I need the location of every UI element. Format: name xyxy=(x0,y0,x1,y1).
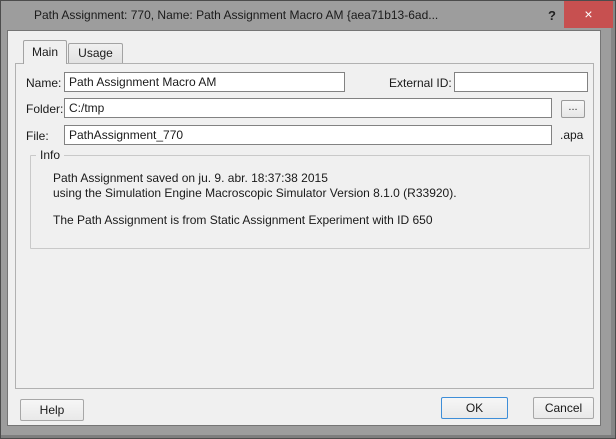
dialog-client-area: Main Usage Name: External ID: Folder: ..… xyxy=(7,30,601,426)
folder-input[interactable] xyxy=(64,98,552,118)
window-frame-bottom-edge xyxy=(1,435,615,438)
browse-button[interactable]: ... xyxy=(561,100,585,118)
info-text: Path Assignment saved on ju. 9. abr. 18:… xyxy=(53,171,457,228)
folder-label: Folder: xyxy=(26,102,63,116)
file-input[interactable] xyxy=(64,125,552,145)
close-icon[interactable]: × xyxy=(564,1,613,28)
window-frame-right-edge xyxy=(611,1,615,438)
tab-main[interactable]: Main xyxy=(23,40,67,64)
info-line: using the Simulation Engine Macroscopic … xyxy=(53,186,457,201)
info-line: Path Assignment saved on ju. 9. abr. 18:… xyxy=(53,171,457,186)
external-id-input[interactable] xyxy=(454,72,588,92)
dialog-window: Path Assignment: 770, Name: Path Assignm… xyxy=(0,0,616,439)
info-line xyxy=(53,201,457,213)
help-icon[interactable]: ? xyxy=(542,4,562,27)
name-input[interactable] xyxy=(64,72,345,92)
tab-usage[interactable]: Usage xyxy=(68,43,123,63)
info-groupbox: Info Path Assignment saved on ju. 9. abr… xyxy=(30,155,590,249)
external-id-label: External ID: xyxy=(389,76,452,90)
window-title: Path Assignment: 770, Name: Path Assignm… xyxy=(34,1,438,30)
tab-content-panel: Name: External ID: Folder: ... File: .ap… xyxy=(15,63,594,389)
info-groupbox-legend: Info xyxy=(36,148,64,162)
help-button[interactable]: Help xyxy=(20,399,84,421)
name-label: Name: xyxy=(26,76,61,90)
ok-button[interactable]: OK xyxy=(441,397,508,419)
file-label: File: xyxy=(26,129,49,143)
cancel-button[interactable]: Cancel xyxy=(533,397,594,419)
file-extension-label: .apa xyxy=(560,128,583,142)
info-line: The Path Assignment is from Static Assig… xyxy=(53,213,457,228)
